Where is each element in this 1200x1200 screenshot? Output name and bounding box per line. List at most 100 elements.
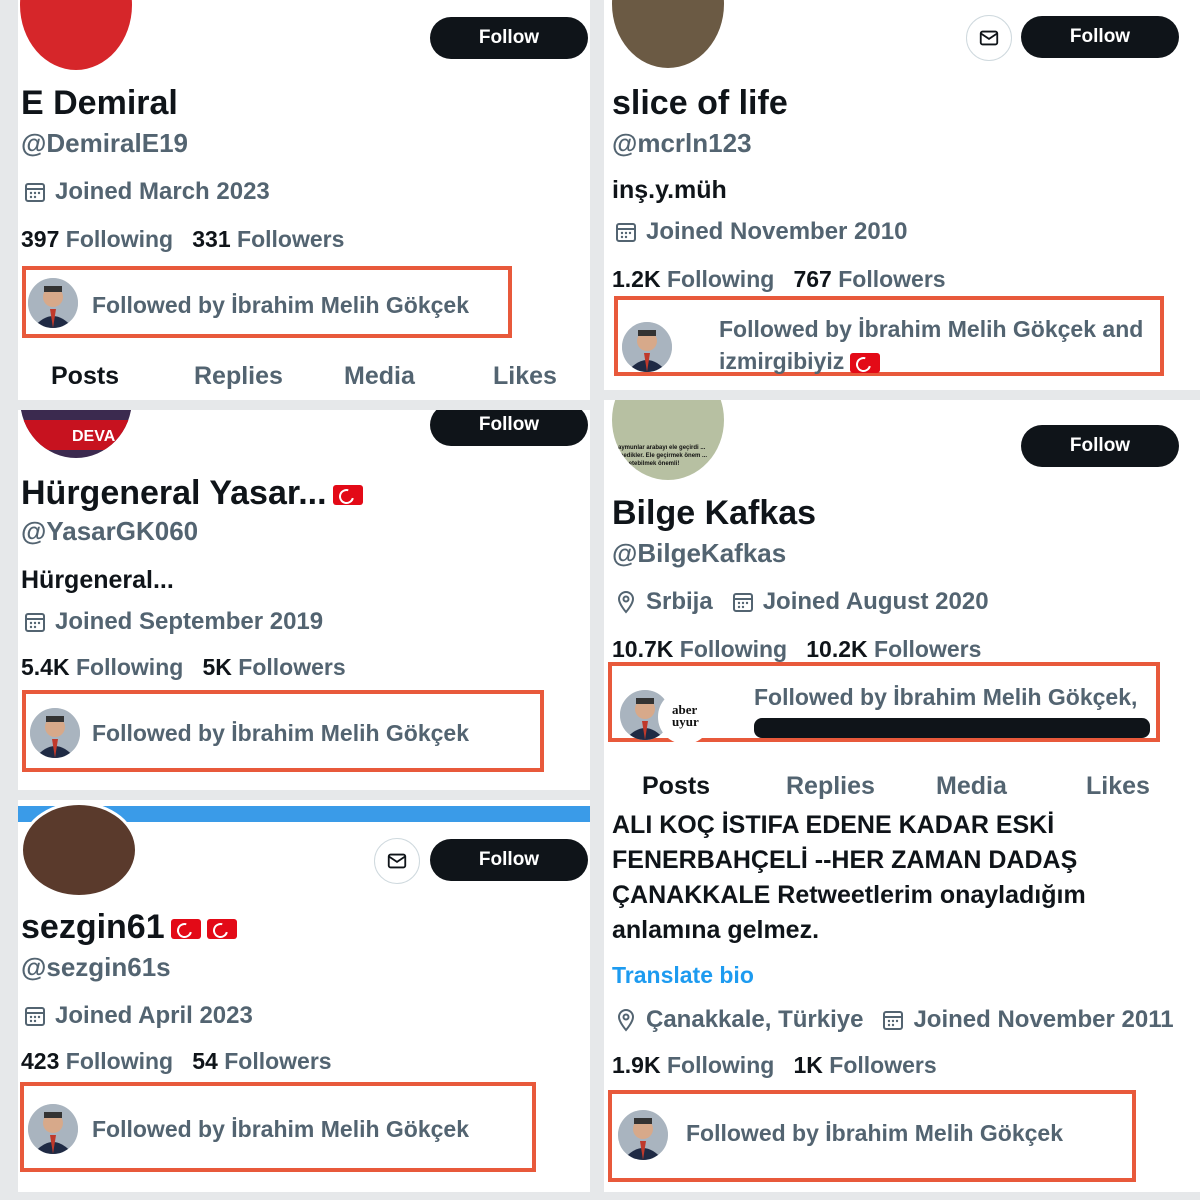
calendar-icon <box>25 613 45 632</box>
profile-card-bilgekafkas: aymunlar arabayı ele geçirdi ... medikle… <box>604 400 1200 800</box>
message-button[interactable] <box>374 838 420 884</box>
followers-link[interactable]: 5K Followers <box>202 654 345 680</box>
followed-by-text: Followed by İbrahim Melih Gökçek <box>686 1120 1064 1146</box>
profile-bio: ALI KOÇ İSTIFA EDENE KADAR ESKİ FENERBAH… <box>612 811 1086 944</box>
followed-by-text-2: izmirgibiyiz <box>719 348 881 375</box>
joined-text: Joined September 2019 <box>55 608 324 635</box>
profile-name: Bilge Kafkas <box>612 494 817 532</box>
follower-avatar <box>618 1110 668 1160</box>
tab-likes[interactable]: Likes <box>493 362 557 391</box>
following-link[interactable]: 1.2K Following <box>612 266 774 292</box>
profile-handle: @YasarGK060 <box>21 516 199 546</box>
message-button[interactable] <box>966 15 1012 61</box>
followed-by-highlight[interactable]: Followed by İbrahim Melih Gökçek <box>608 1090 1136 1182</box>
joined-date: Joined November 2010 <box>614 218 907 246</box>
profile-avatar[interactable] <box>20 802 138 898</box>
profile-meta: Çanakkale, Türkiye Joined November 2011 <box>614 1006 1174 1034</box>
followed-by-highlight[interactable]: Followed by İbrahim Melih Gökçek and izm… <box>614 296 1164 376</box>
followed-by-text: Followed by İbrahim Melih Gökçek <box>92 1116 470 1142</box>
turkish-flag-icon <box>332 485 363 506</box>
followed-by-text: Followed by İbrahim Melih Gökçek <box>92 292 470 318</box>
follow-button[interactable]: Follow <box>1021 16 1179 58</box>
followed-by-highlight[interactable]: aber uyur Followed by İbrahim Melih Gökç… <box>608 662 1160 744</box>
tab-likes[interactable]: Likes <box>1086 772 1150 800</box>
followers-link[interactable]: 767 Followers <box>793 266 945 292</box>
tab-replies[interactable]: Replies <box>194 362 283 391</box>
profile-name: slice of life <box>612 84 788 122</box>
followed-by-highlight[interactable]: Followed by İbrahim Melih Gökçek <box>22 266 512 338</box>
joined-text: Joined March 2023 <box>55 178 270 205</box>
tab-media[interactable]: Media <box>936 772 1007 800</box>
turkish-flag-icon <box>206 919 237 940</box>
profile-card-sliceoflife: Follow slice of life @mcrln123 inş.y.müh… <box>604 0 1200 390</box>
tab-posts[interactable]: Posts <box>642 772 710 800</box>
calendar-icon <box>25 183 45 202</box>
followers-link[interactable]: 10.2K Followers <box>806 636 981 662</box>
follower-avatar <box>28 1104 78 1154</box>
follow-button[interactable]: Follow <box>430 410 588 446</box>
profile-name: E Demiral <box>21 84 178 122</box>
location-text: Srbija <box>646 588 713 615</box>
followed-by-highlight[interactable]: Followed by İbrahim Melih Gökçek <box>22 690 544 772</box>
follow-counts: 423 Following 54 Followers <box>21 1048 332 1075</box>
profile-avatar[interactable]: DEVA <box>20 410 132 458</box>
joined-date: Joined September 2019 <box>23 608 323 636</box>
joined-text: Joined November 2011 <box>913 1006 1174 1033</box>
profile-name: sezgin61 <box>21 908 237 947</box>
profile-meta: Srbija Joined August 2020 <box>614 588 989 616</box>
tab-media[interactable]: Media <box>344 362 415 391</box>
profile-handle: @sezgin61s <box>21 952 171 982</box>
follow-button[interactable]: Follow <box>430 17 588 59</box>
profile-avatar[interactable] <box>20 0 132 70</box>
following-link[interactable]: 423 Following <box>21 1048 173 1074</box>
followed-by-text: Followed by İbrahim Melih Gökçek, <box>754 684 1138 710</box>
follow-button[interactable]: Follow <box>1021 425 1179 467</box>
profile-bio: inş.y.müh <box>612 176 727 204</box>
follower-avatar <box>28 278 78 328</box>
profile-handle: @DemiralE19 <box>21 128 188 158</box>
followers-link[interactable]: 1K Followers <box>793 1052 936 1078</box>
joined-text: Joined August 2020 <box>762 588 989 615</box>
following-link[interactable]: 5.4K Following <box>21 654 183 680</box>
turkish-flag-icon <box>170 919 201 940</box>
redaction-bar <box>754 718 1150 738</box>
followed-by-text: Followed by İbrahim Melih Gökçek <box>92 720 470 746</box>
profile-card-canakkale: ALI KOÇ İSTIFA EDENE KADAR ESKİ FENERBAH… <box>604 800 1200 1192</box>
following-link[interactable]: 10.7K Following <box>612 636 787 662</box>
profile-card-sezgin61: Follow sezgin61 @sezgin61s Joined April … <box>18 800 590 1192</box>
follow-button[interactable]: Follow <box>430 839 588 881</box>
profile-handle: @mcrln123 <box>612 128 752 158</box>
profile-avatar[interactable] <box>612 0 724 68</box>
follower-avatar <box>622 322 672 372</box>
follow-counts: 5.4K Following 5K Followers <box>21 654 346 681</box>
following-link[interactable]: 1.9K Following <box>612 1052 774 1078</box>
avatar-text: DEVA <box>72 428 116 445</box>
location-icon <box>617 591 635 614</box>
followed-by-highlight[interactable]: Followed by İbrahim Melih Gökçek <box>20 1082 536 1172</box>
tab-replies[interactable]: Replies <box>786 772 875 800</box>
followers-link[interactable]: 331 Followers <box>192 226 344 252</box>
calendar-icon <box>883 1011 904 1030</box>
follow-counts: 1.9K Following 1K Followers <box>612 1052 937 1079</box>
profile-avatar[interactable]: aymunlar arabayı ele geçirdi ... medikle… <box>612 400 724 480</box>
profile-name: Hürgeneral Yasar... <box>21 474 363 513</box>
calendar-icon <box>732 593 753 612</box>
profile-card-hurgeneral: DEVA Follow Hürgeneral Yasar... @YasarGK… <box>18 410 590 790</box>
follower-avatar-2: aber uyur <box>658 690 712 744</box>
turkish-flag-icon <box>850 352 881 373</box>
avatar-caption: aymunlar arabayı ele geçirdi ... medikle… <box>618 445 708 467</box>
translate-bio-link[interactable]: Translate bio <box>612 962 754 989</box>
follow-counts: 10.7K Following 10.2K Followers <box>612 636 981 663</box>
mail-icon <box>387 853 407 869</box>
profile-handle: @BilgeKafkas <box>612 538 787 568</box>
followed-by-text: Followed by İbrahim Melih Gökçek and <box>719 316 1144 342</box>
location-icon <box>617 1009 635 1032</box>
followers-link[interactable]: 54 Followers <box>192 1048 331 1074</box>
tab-posts[interactable]: Posts <box>51 362 119 391</box>
mail-icon <box>979 30 999 46</box>
following-link[interactable]: 397 Following <box>21 226 173 252</box>
follower-avatar <box>30 708 80 758</box>
calendar-icon <box>616 223 636 242</box>
location-text: Çanakkale, Türkiye <box>646 1006 864 1033</box>
profile-bio: Hürgeneral... <box>21 566 174 594</box>
